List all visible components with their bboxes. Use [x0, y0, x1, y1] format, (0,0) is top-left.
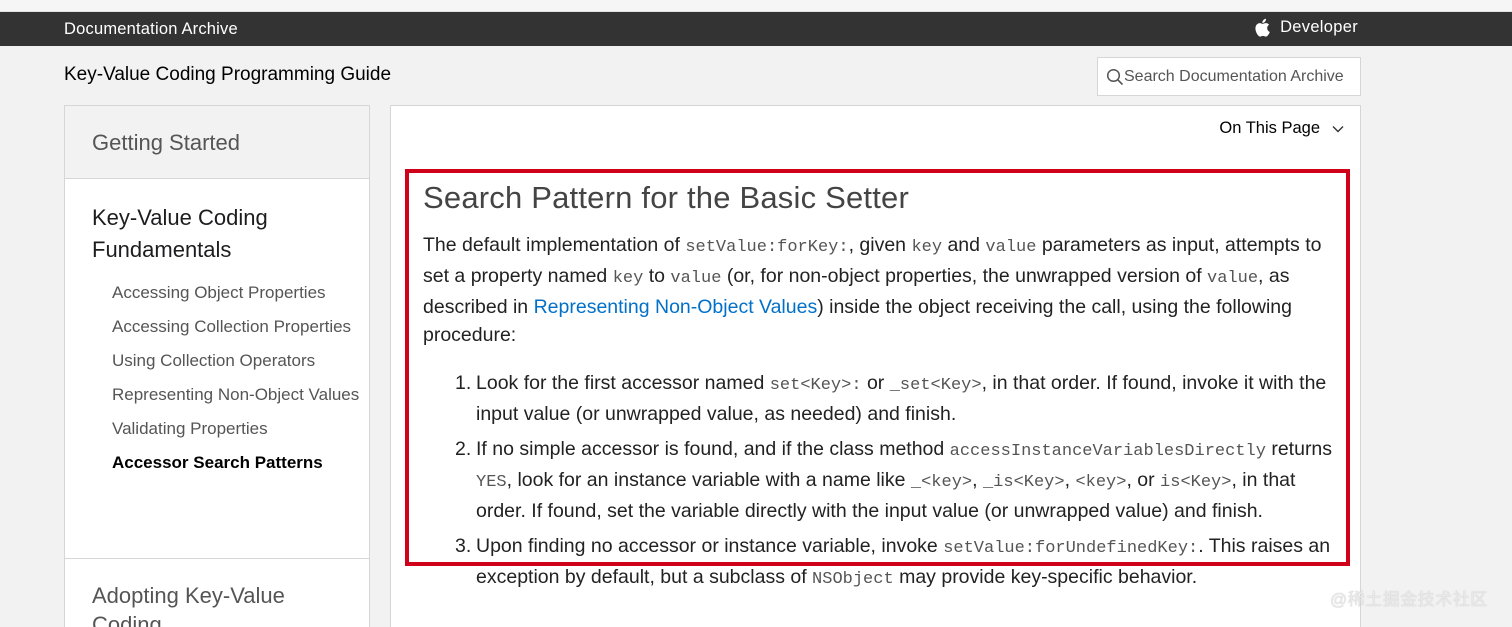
step-number: 1.	[455, 372, 472, 394]
list-item: 3. Upon finding no accessor or instance v…	[455, 532, 1333, 594]
code-snippet: _set<Key>	[889, 376, 982, 395]
representing-non-object-values-link[interactable]: Representing Non-Object Values	[534, 296, 818, 318]
step-text: If no simple accessor is found, and if t…	[476, 438, 950, 460]
on-this-page-menu[interactable]: On This Page	[1219, 119, 1344, 138]
browser-top-strip	[0, 0, 1512, 12]
step-text: Upon finding no accessor or instance var…	[476, 535, 944, 557]
step-text: , look for an instance variable with a n…	[506, 469, 911, 491]
on-this-page-label: On This Page	[1219, 119, 1320, 137]
code-snippet: key	[612, 269, 644, 288]
search-input[interactable]	[1124, 67, 1354, 86]
developer-link[interactable]: Developer	[1254, 18, 1358, 37]
intro-text: to	[643, 265, 671, 287]
sidebar-section-adopting-kvc[interactable]: Adopting Key-Value Coding	[92, 581, 352, 627]
intro-text: and	[942, 234, 986, 256]
code-snippet: is<Key>	[1160, 473, 1232, 492]
apple-logo-icon	[1255, 18, 1270, 37]
sidebar-item-using-collection-operators[interactable]: Using Collection Operators	[112, 349, 369, 373]
developer-label: Developer	[1280, 18, 1358, 36]
global-nav-bar: Documentation Archive Developer	[0, 12, 1512, 46]
step-text: or	[861, 372, 890, 394]
sidebar-item-validating-properties[interactable]: Validating Properties	[112, 417, 369, 441]
code-snippet: _<key>	[910, 473, 973, 492]
code-snippet: set<Key>:	[769, 376, 862, 395]
sidebar-item-accessing-object-properties[interactable]: Accessing Object Properties	[112, 281, 369, 305]
intro-text: , given	[848, 234, 912, 256]
code-snippet: _is<Key>	[982, 473, 1065, 492]
sidebar-divider	[65, 558, 369, 559]
section-heading: Search Pattern for the Basic Setter	[423, 180, 910, 215]
code-snippet: key	[911, 238, 943, 257]
intro-text: (or, for non-object properties, the unwr…	[721, 265, 1208, 287]
intro-paragraph: The default implementation of setValue:f…	[423, 231, 1333, 349]
sidebar-section-kvc-fundamentals[interactable]: Key-Value Coding Fundamentals	[65, 179, 369, 281]
step-text: ,	[1064, 469, 1076, 491]
code-snippet: value	[1207, 269, 1259, 288]
documentation-archive-link[interactable]: Documentation Archive	[64, 20, 238, 39]
search-icon	[1106, 68, 1124, 85]
intro-text: The default implementation of	[423, 234, 686, 256]
code-snippet: NSObject	[812, 570, 894, 589]
step-text: Look for the first accessor named	[476, 372, 770, 394]
procedure-list: 1. Look for the first accessor named set<…	[423, 369, 1333, 594]
list-item: 2. If no simple accessor is found, and if…	[455, 435, 1333, 525]
sidebar-item-representing-non-object-values[interactable]: Representing Non-Object Values	[112, 383, 369, 407]
code-snippet: setValue:forKey:	[685, 238, 849, 257]
search-box[interactable]	[1097, 57, 1361, 96]
step-text: , or	[1126, 469, 1161, 491]
step-text: may provide key-specific behavior.	[893, 566, 1198, 588]
guide-title[interactable]: Key-Value Coding Programming Guide	[64, 64, 391, 86]
step-text: ,	[972, 469, 983, 491]
article: Search Pattern for the Basic Setter The …	[423, 180, 1333, 601]
code-snippet: value	[985, 238, 1037, 257]
step-text: returns	[1265, 438, 1333, 460]
list-item: 1. Look for the first accessor named set<…	[455, 369, 1333, 428]
code-snippet: <key>	[1075, 473, 1127, 492]
site-watermark: @稀土掘金技术社区	[1330, 590, 1488, 609]
code-snippet: accessInstanceVariablesDirectly	[949, 442, 1266, 461]
sidebar: Getting Started Key-Value Coding Fundame…	[64, 105, 370, 627]
step-number: 2.	[455, 438, 472, 460]
sidebar-item-accessing-collection-properties[interactable]: Accessing Collection Properties	[112, 315, 369, 339]
code-snippet: value	[670, 269, 722, 288]
chevron-down-icon	[1332, 125, 1344, 132]
sidebar-item-accessor-search-patterns[interactable]: Accessor Search Patterns	[112, 451, 369, 475]
step-number: 3.	[455, 535, 472, 557]
sidebar-section-getting-started[interactable]: Getting Started	[65, 106, 369, 179]
sidebar-items: Accessing Object Properties Accessing Co…	[65, 281, 369, 475]
code-snippet: setValue:forUndefinedKey:	[943, 539, 1199, 558]
code-snippet: YES	[476, 473, 507, 492]
